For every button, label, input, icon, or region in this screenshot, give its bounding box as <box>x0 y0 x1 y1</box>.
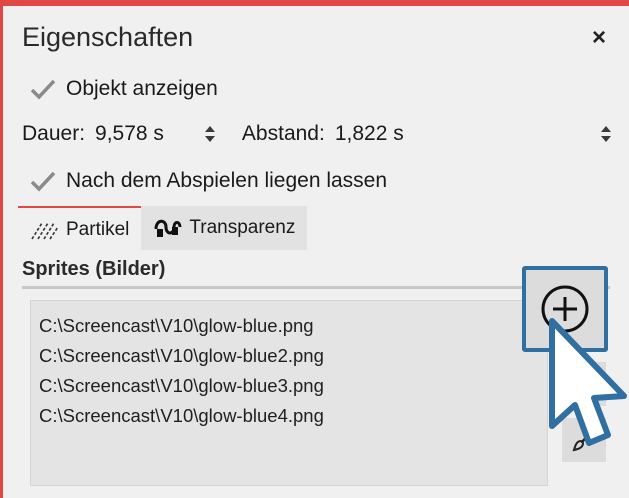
close-button[interactable]: × <box>592 24 606 52</box>
panel-left-accent <box>0 0 3 498</box>
stay-after-play-row: Nach dem Abspielen liegen lassen <box>28 166 387 196</box>
particles-icon <box>31 222 59 240</box>
list-item[interactable]: C:\Screencast\V10\glow-blue3.png <box>31 371 547 401</box>
timing-row: Dauer: 9,578 s Abstand: 1,822 s <box>22 118 622 150</box>
tab-transparenz[interactable]: Transparenz <box>141 206 308 250</box>
dauer-value[interactable]: 9,578 s <box>95 122 164 146</box>
transparency-icon <box>154 219 182 237</box>
spinner-arrows-icon <box>601 126 611 142</box>
panel-top-accent <box>0 0 629 6</box>
sprites-list[interactable]: C:\Screencast\V10\glow-blue.png C:\Scree… <box>30 300 548 486</box>
sprites-section-title: Sprites (Bilder) <box>22 258 166 280</box>
list-item[interactable]: C:\Screencast\V10\glow-blue.png <box>31 311 547 341</box>
tab-bar: Partikel Transparenz <box>18 206 308 252</box>
stay-after-play-checkbox[interactable] <box>28 166 58 196</box>
show-object-label: Objekt anzeigen <box>66 77 218 100</box>
dauer-label: Dauer: <box>22 122 86 145</box>
tab-transparenz-label: Transparenz <box>189 217 296 238</box>
tab-partikel-label: Partikel <box>66 219 130 240</box>
show-object-checkbox[interactable] <box>28 74 58 104</box>
panel-title: Eigenschaften <box>22 22 194 52</box>
list-item[interactable]: C:\Screencast\V10\glow-blue4.png <box>31 401 547 431</box>
checkmark-icon <box>30 171 56 192</box>
abstand-label: Abstand: <box>241 122 325 145</box>
list-item[interactable]: C:\Screencast\V10\glow-blue2.png <box>31 341 547 371</box>
mouse-pointer-icon <box>549 318 627 446</box>
spinner-arrows-icon <box>204 126 215 142</box>
tab-partikel[interactable]: Partikel <box>18 206 142 252</box>
abstand-value[interactable]: 1,822 s <box>335 122 404 146</box>
checkmark-icon <box>30 79 56 100</box>
dauer-spinner[interactable] <box>204 124 216 144</box>
stay-after-play-label: Nach dem Abspielen liegen lassen <box>66 169 388 192</box>
show-object-row: Objekt anzeigen <box>28 74 218 104</box>
abstand-spinner[interactable] <box>600 124 612 144</box>
